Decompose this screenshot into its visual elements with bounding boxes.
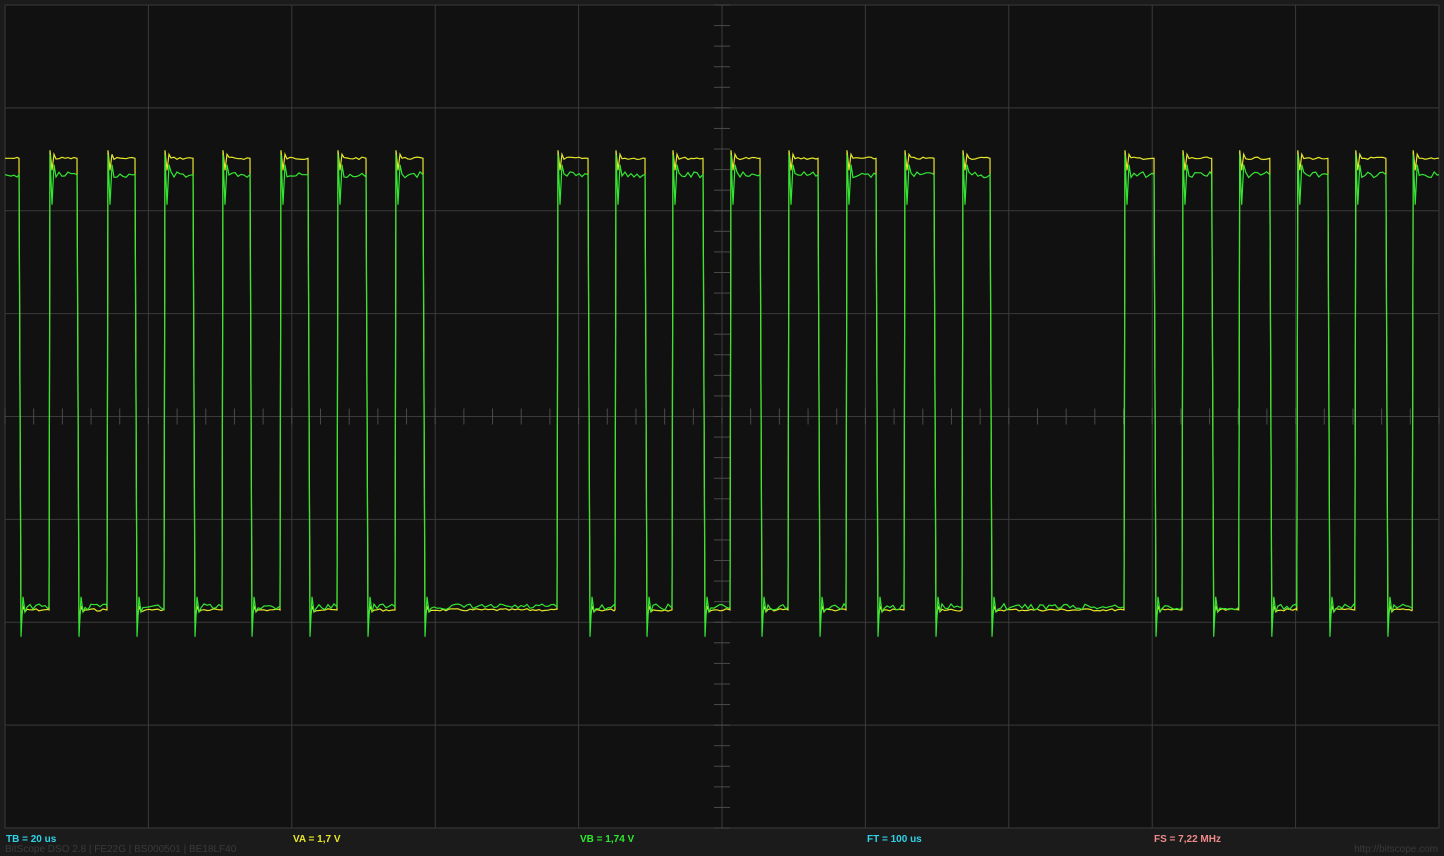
- device-info: BitScope DSO 2.8 | FE22G | BS000501 | BE…: [5, 844, 237, 855]
- channel-a-volts-label: VA = 1,7 V: [293, 834, 341, 845]
- channel-b-volts-label: VB = 1,74 V: [580, 834, 635, 845]
- sample-rate-label: FS = 7,22 MHz: [1154, 834, 1221, 845]
- frame-time-label: FT = 100 us: [867, 834, 922, 845]
- scope-display: [0, 0, 1444, 856]
- bitscope-link[interactable]: http://bitscope.com: [1354, 844, 1438, 855]
